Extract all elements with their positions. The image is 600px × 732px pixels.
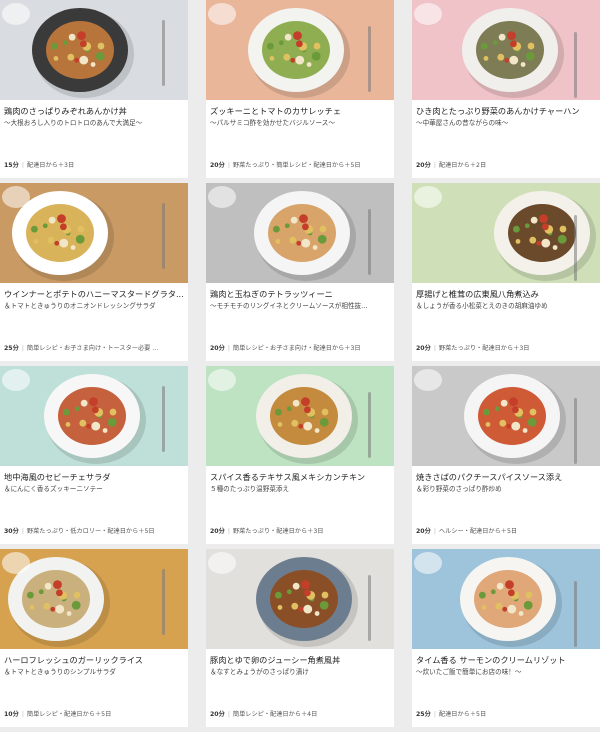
recipe-photo <box>206 549 394 649</box>
recipe-tags: 野菜たっぷり・簡単レシピ・配達日から＋5日 <box>232 162 361 169</box>
recipe-meta: 15分 | 配達日から＋3日 <box>4 162 75 169</box>
recipe-card[interactable]: ウインナーとポテトのハニーマスタードグラタ... ＆トマトときゅうりのオニオンド… <box>0 183 188 361</box>
recipe-subtitle: ＆彩り野菜のさっぱり酢炒め <box>416 485 502 493</box>
recipe-subtitle: ５種のたっぷり温野菜添え <box>210 485 290 493</box>
recipe-subtitle: 〜炊いたご飯で簡単にお店の味！〜 <box>416 668 522 676</box>
cook-time: 25分 <box>4 345 19 352</box>
recipe-photo <box>412 366 600 466</box>
recipe-card[interactable]: 厚揚げと椎茸の広東風八角煮込み ＆しょうが香る小松菜とえのきの胡麻油ゆめ 20分… <box>412 183 600 361</box>
recipe-tags: 簡単レシピ・お子さま向け・配達日から＋3日 <box>232 345 361 352</box>
recipe-tags: 配達日から＋5日 <box>438 711 487 718</box>
recipe-meta: 20分 | 簡単レシピ・お子さま向け・配達日から＋3日 <box>210 345 361 352</box>
recipe-tags: 野菜たっぷり・配達日から＋3日 <box>438 345 530 352</box>
recipe-photo <box>412 549 600 649</box>
cook-time: 15分 <box>4 162 19 169</box>
recipe-title[interactable]: 鶏肉と玉ねぎのテトラッツィーニ <box>210 289 391 300</box>
recipe-tags: ヘルシー・配達日から＋5日 <box>438 528 518 535</box>
cook-time: 20分 <box>210 711 225 718</box>
recipe-subtitle: ＆しょうが香る小松菜とえのきの胡麻油ゆめ <box>416 302 548 310</box>
recipe-subtitle: 〜大根おろし入りのトロトロのあんで大満足〜 <box>4 119 143 127</box>
recipe-photo <box>206 0 394 100</box>
cook-time: 30分 <box>4 528 19 535</box>
recipe-card[interactable]: 鶏肉のさっぱりみぞれあんかけ丼 〜大根おろし入りのトロトロのあんで大満足〜 15… <box>0 0 188 178</box>
recipe-photo <box>412 183 600 283</box>
recipe-photo <box>0 183 188 283</box>
recipe-title[interactable]: ウインナーとポテトのハニーマスタードグラタ... <box>4 289 185 300</box>
recipe-title[interactable]: ひき肉とたっぷり野菜のあんかけチャーハン <box>416 106 597 117</box>
recipe-title[interactable]: 地中海風のセビーチェサラダ <box>4 472 185 483</box>
cook-time: 10分 <box>4 711 19 718</box>
recipe-meta: 10分 | 簡単レシピ・配達日から＋5日 <box>4 711 112 718</box>
recipe-meta: 20分 | 配達日から＋2日 <box>416 162 487 169</box>
recipe-card[interactable]: 焼きさばのパクチースパイスソース添え ＆彩り野菜のさっぱり酢炒め 20分 | ヘルシ… <box>412 366 600 544</box>
recipe-tags: 配達日から＋3日 <box>26 162 75 169</box>
recipe-photo <box>206 366 394 466</box>
recipe-subtitle: 〜モチモチのリングイネとクリームソースが相性抜... <box>210 302 368 310</box>
recipe-subtitle: ＆にんにく香るズッキーニソテー <box>4 485 103 493</box>
recipe-subtitle: ＆なすとみょうがのさっぱり漬け <box>210 668 309 676</box>
cook-time: 20分 <box>416 345 431 352</box>
cook-time: 20分 <box>210 345 225 352</box>
recipe-card[interactable]: タイム香る サーモンのクリームリゾット 〜炊いたご飯で簡単にお店の味！〜 25分… <box>412 549 600 727</box>
recipe-photo <box>206 183 394 283</box>
recipe-meta: 25分 | 配達日から＋5日 <box>416 711 487 718</box>
recipe-title[interactable]: ズッキーニとトマトのカサレッチェ <box>210 106 391 117</box>
recipe-card[interactable]: 鶏肉と玉ねぎのテトラッツィーニ 〜モチモチのリングイネとクリームソースが相性抜.… <box>206 183 394 361</box>
recipe-tags: 野菜たっぷり・低カロリー・配達日から＋5日 <box>26 528 155 535</box>
recipe-subtitle: ＆トマトときゅうりのオニオンドレッシングサラダ <box>4 302 156 310</box>
cook-time: 20分 <box>210 528 225 535</box>
recipe-card[interactable]: スパイス香るテキサス風メキシカンチキン ５種のたっぷり温野菜添え 20分 | 野菜た… <box>206 366 394 544</box>
recipe-title[interactable]: 鶏肉のさっぱりみぞれあんかけ丼 <box>4 106 185 117</box>
cook-time: 20分 <box>210 162 225 169</box>
recipe-tags: 簡単レシピ・お子さま向け・トースター必要 ... <box>26 345 159 352</box>
recipe-tags: 簡単レシピ・配達日から＋5日 <box>26 711 112 718</box>
recipe-title[interactable]: 厚揚げと椎茸の広東風八角煮込み <box>416 289 597 300</box>
recipe-card[interactable]: ズッキーニとトマトのカサレッチェ 〜パルサミコ酢を効かせたバジルソース〜 20分… <box>206 0 394 178</box>
cook-time: 20分 <box>416 162 431 169</box>
recipe-tags: 簡単レシピ・配達日から＋4日 <box>232 711 318 718</box>
recipe-photo <box>0 549 188 649</box>
recipe-photo <box>412 0 600 100</box>
recipe-title[interactable]: 豚肉とゆで卵のジューシー角煮風丼 <box>210 655 391 666</box>
recipe-title[interactable]: タイム香る サーモンのクリームリゾット <box>416 655 597 666</box>
recipe-tags: 配達日から＋2日 <box>438 162 487 169</box>
recipe-card[interactable]: 豚肉とゆで卵のジューシー角煮風丼 ＆なすとみょうがのさっぱり漬け 20分 | 簡単レ… <box>206 549 394 727</box>
recipe-meta: 20分 | 野菜たっぷり・配達日から＋3日 <box>210 528 324 535</box>
recipe-photo <box>0 0 188 100</box>
recipe-card[interactable]: ハーロフレッシュのガーリックライス ＆トマトときゅうりのシンプルサラダ 10分 |… <box>0 549 188 727</box>
recipe-card[interactable]: 地中海風のセビーチェサラダ ＆にんにく香るズッキーニソテー 30分 | 野菜たっぷり… <box>0 366 188 544</box>
recipe-subtitle: 〜パルサミコ酢を効かせたバジルソース〜 <box>210 119 335 127</box>
recipe-subtitle: 〜中華屋さんの昔ながらの味〜 <box>416 119 509 127</box>
recipe-meta: 25分 | 簡単レシピ・お子さま向け・トースター必要 ... <box>4 345 159 352</box>
recipe-title[interactable]: ハーロフレッシュのガーリックライス <box>4 655 185 666</box>
recipe-subtitle: ＆トマトときゅうりのシンプルサラダ <box>4 668 116 676</box>
recipe-meta: 20分 | 野菜たっぷり・配達日から＋3日 <box>416 345 530 352</box>
recipe-meta: 20分 | 野菜たっぷり・簡単レシピ・配達日から＋5日 <box>210 162 361 169</box>
recipe-grid: 鶏肉のさっぱりみぞれあんかけ丼 〜大根おろし入りのトロトロのあんで大満足〜 15… <box>0 0 600 727</box>
recipe-tags: 野菜たっぷり・配達日から＋3日 <box>232 528 324 535</box>
recipe-photo <box>0 366 188 466</box>
recipe-title[interactable]: スパイス香るテキサス風メキシカンチキン <box>210 472 391 483</box>
recipe-card[interactable]: ひき肉とたっぷり野菜のあんかけチャーハン 〜中華屋さんの昔ながらの味〜 20分 |… <box>412 0 600 178</box>
recipe-meta: 20分 | ヘルシー・配達日から＋5日 <box>416 528 518 535</box>
cook-time: 20分 <box>416 528 431 535</box>
cook-time: 25分 <box>416 711 431 718</box>
recipe-meta: 30分 | 野菜たっぷり・低カロリー・配達日から＋5日 <box>4 528 155 535</box>
recipe-meta: 20分 | 簡単レシピ・配達日から＋4日 <box>210 711 318 718</box>
recipe-title[interactable]: 焼きさばのパクチースパイスソース添え <box>416 472 597 483</box>
